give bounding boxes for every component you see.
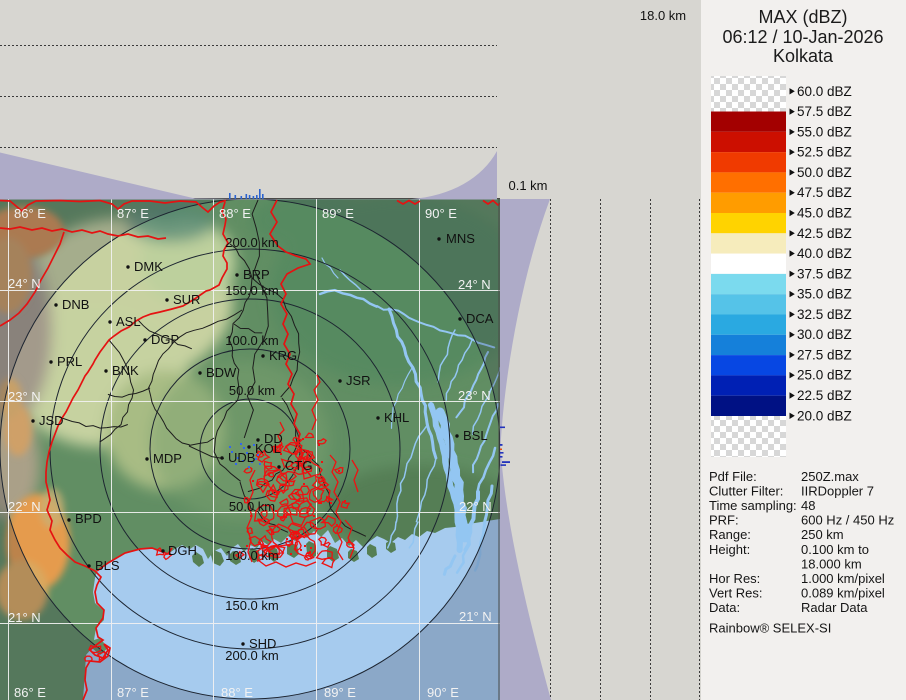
svg-text:25.0 dBZ: 25.0 dBZ	[797, 368, 852, 383]
svg-text:20.0 dBZ: 20.0 dBZ	[797, 408, 852, 423]
svg-text:23° N: 23° N	[458, 388, 491, 403]
svg-text:0.100 km to: 0.100 km to	[801, 542, 869, 557]
svg-text:21° N: 21° N	[459, 609, 492, 624]
svg-text:Height:: Height:	[709, 542, 750, 557]
svg-text:52.5 dBZ: 52.5 dBZ	[797, 145, 852, 160]
svg-text:42.5 dBZ: 42.5 dBZ	[797, 226, 852, 241]
svg-text:Pdf File:: Pdf File:	[709, 469, 757, 484]
svg-text:JSR: JSR	[346, 373, 371, 388]
svg-text:600 Hz / 450 Hz: 600 Hz / 450 Hz	[801, 513, 894, 528]
svg-text:Radar Data: Radar Data	[801, 600, 868, 615]
svg-text:57.5 dBZ: 57.5 dBZ	[797, 104, 852, 119]
svg-text:55.0 dBZ: 55.0 dBZ	[797, 124, 852, 139]
svg-text:88° E: 88° E	[221, 685, 253, 700]
svg-text:35.0 dBZ: 35.0 dBZ	[797, 287, 852, 302]
svg-text:DGH: DGH	[168, 543, 197, 558]
svg-text:50.0 km: 50.0 km	[229, 383, 275, 398]
svg-text:50.0 km: 50.0 km	[229, 499, 275, 514]
svg-text:87° E: 87° E	[117, 206, 149, 221]
svg-text:Vert Res:: Vert Res:	[709, 586, 762, 601]
svg-text:Range:: Range:	[709, 527, 751, 542]
svg-text:DMK: DMK	[134, 259, 163, 274]
svg-text:BRP: BRP	[243, 267, 270, 282]
svg-text:CTG: CTG	[285, 458, 312, 473]
svg-text:89° E: 89° E	[324, 685, 356, 700]
svg-text:18.0 km: 18.0 km	[640, 8, 686, 23]
svg-text:48: 48	[801, 498, 815, 513]
svg-text:250Z.max: 250Z.max	[801, 469, 859, 484]
svg-text:24° N: 24° N	[8, 276, 41, 291]
svg-text:MNS: MNS	[446, 231, 475, 246]
svg-text:BSL: BSL	[463, 428, 488, 443]
svg-text:1.000 km/pixel: 1.000 km/pixel	[801, 571, 885, 586]
svg-text:30.0 dBZ: 30.0 dBZ	[797, 327, 852, 342]
svg-text:18.000 km: 18.000 km	[801, 557, 862, 572]
svg-text:23° N: 23° N	[8, 389, 41, 404]
svg-text:86° E: 86° E	[14, 206, 46, 221]
svg-text:86° E: 86° E	[14, 685, 46, 700]
svg-text:Hor Res:: Hor Res:	[709, 571, 760, 586]
svg-text:21° N: 21° N	[8, 610, 41, 625]
svg-text:KHL: KHL	[384, 410, 409, 425]
svg-text:90° E: 90° E	[427, 685, 459, 700]
svg-text:100.0 km: 100.0 km	[225, 333, 278, 348]
svg-text:60.0 dBZ: 60.0 dBZ	[797, 84, 852, 99]
svg-text:KOL: KOL	[255, 441, 281, 456]
svg-text:27.5 dBZ: 27.5 dBZ	[797, 347, 852, 362]
svg-text:200.0 km: 200.0 km	[225, 648, 278, 663]
svg-text:47.5 dBZ: 47.5 dBZ	[797, 185, 852, 200]
svg-text:BPD: BPD	[75, 511, 102, 526]
svg-text:Time sampling:: Time sampling:	[709, 498, 797, 513]
svg-text:22.5 dBZ: 22.5 dBZ	[797, 388, 852, 403]
svg-text:0.1 km: 0.1 km	[508, 178, 547, 193]
svg-text:MDP: MDP	[153, 451, 182, 466]
svg-text:200.0 km: 200.0 km	[225, 235, 278, 250]
svg-text:Rainbow® SELEX-SI: Rainbow® SELEX-SI	[709, 621, 831, 636]
svg-text:MAX (dBZ): MAX (dBZ)	[758, 7, 847, 27]
svg-text:JSD: JSD	[39, 413, 64, 428]
svg-text:DGP: DGP	[151, 332, 179, 347]
svg-text:22° N: 22° N	[459, 499, 492, 514]
svg-text:BLS: BLS	[95, 558, 120, 573]
svg-text:88° E: 88° E	[219, 206, 251, 221]
svg-text:SUR: SUR	[173, 292, 200, 307]
svg-text:IIRDoppler 7: IIRDoppler 7	[801, 484, 874, 499]
svg-text:37.5 dBZ: 37.5 dBZ	[797, 266, 852, 281]
svg-text:DNB: DNB	[62, 297, 89, 312]
svg-text:250 km: 250 km	[801, 527, 844, 542]
svg-text:06:12 / 10-Jan-2026: 06:12 / 10-Jan-2026	[722, 27, 883, 47]
svg-text:UDB: UDB	[228, 450, 255, 465]
svg-text:PRF:: PRF:	[709, 513, 739, 528]
svg-text:0.089 km/pixel: 0.089 km/pixel	[801, 586, 885, 601]
svg-text:Kolkata: Kolkata	[773, 46, 834, 66]
svg-text:150.0 km: 150.0 km	[225, 598, 278, 613]
svg-text:Data:: Data:	[709, 600, 740, 615]
svg-text:45.0 dBZ: 45.0 dBZ	[797, 206, 852, 221]
svg-text:Clutter Filter:: Clutter Filter:	[709, 484, 783, 499]
svg-text:32.5 dBZ: 32.5 dBZ	[797, 307, 852, 322]
svg-text:24° N: 24° N	[458, 277, 491, 292]
svg-text:BNK: BNK	[112, 363, 139, 378]
svg-text:89° E: 89° E	[322, 206, 354, 221]
svg-text:150.0 km: 150.0 km	[225, 283, 278, 298]
svg-text:PRL: PRL	[57, 354, 82, 369]
svg-text:50.0 dBZ: 50.0 dBZ	[797, 165, 852, 180]
svg-text:100.0 km: 100.0 km	[225, 548, 278, 563]
svg-text:DCA: DCA	[466, 311, 494, 326]
svg-text:87° E: 87° E	[117, 685, 149, 700]
svg-text:ASL: ASL	[116, 314, 141, 329]
svg-text:90° E: 90° E	[425, 206, 457, 221]
svg-text:22° N: 22° N	[8, 499, 41, 514]
svg-text:40.0 dBZ: 40.0 dBZ	[797, 246, 852, 261]
svg-text:KRG: KRG	[269, 348, 297, 363]
svg-text:BDW: BDW	[206, 365, 237, 380]
